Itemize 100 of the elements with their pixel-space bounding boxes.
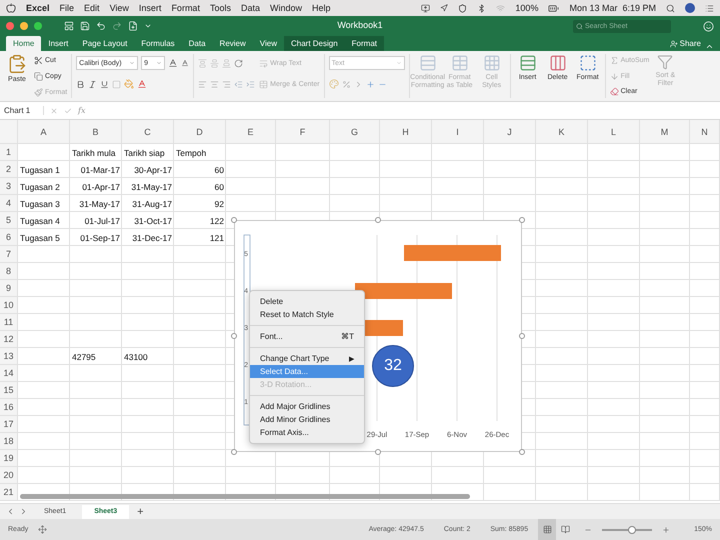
row-header[interactable]: 20 bbox=[0, 467, 18, 484]
row-header[interactable]: 4 bbox=[0, 195, 18, 212]
menu-item[interactable]: Format Axis... bbox=[250, 426, 364, 439]
column-header[interactable]: K bbox=[536, 120, 588, 144]
align-middle-icon[interactable] bbox=[210, 58, 220, 68]
menu-item[interactable]: Edit bbox=[84, 3, 100, 13]
ribbon-tab[interactable]: Chart Design bbox=[284, 36, 345, 51]
menu-item[interactable]: Delete bbox=[250, 295, 364, 308]
ribbon-tab[interactable]: Data bbox=[182, 36, 213, 51]
sidebar-icon[interactable] bbox=[64, 21, 74, 31]
zoom-in-icon[interactable] bbox=[662, 526, 670, 534]
row-header[interactable]: 14 bbox=[0, 365, 18, 382]
column-header[interactable]: G bbox=[330, 120, 380, 144]
align-left-icon[interactable] bbox=[198, 80, 208, 88]
column-header[interactable]: A bbox=[18, 120, 70, 144]
ribbon-tab[interactable]: View bbox=[252, 36, 284, 51]
column-header[interactable]: N bbox=[690, 120, 720, 144]
column-header[interactable]: M bbox=[640, 120, 690, 144]
row-header[interactable]: 11 bbox=[0, 314, 18, 331]
share-button[interactable]: Share bbox=[666, 36, 705, 51]
resize-handle[interactable] bbox=[375, 449, 381, 455]
minimize-button[interactable] bbox=[20, 22, 28, 30]
align-bottom-icon[interactable] bbox=[222, 58, 232, 68]
ribbon-tab[interactable]: Formulas bbox=[134, 36, 182, 51]
bold-icon[interactable] bbox=[76, 80, 86, 88]
row-header[interactable]: 1 bbox=[0, 144, 18, 161]
menu-item[interactable]: Help bbox=[312, 3, 331, 13]
menu-item[interactable]: Data bbox=[240, 3, 260, 13]
row-header[interactable]: 15 bbox=[0, 382, 18, 399]
italic-icon[interactable] bbox=[88, 80, 98, 88]
column-header[interactable]: L bbox=[588, 120, 640, 144]
menu-item[interactable]: File bbox=[60, 3, 74, 13]
column-header[interactable]: I bbox=[432, 120, 484, 144]
font-color-icon[interactable] bbox=[137, 79, 148, 89]
app-menu[interactable]: Excel bbox=[26, 3, 50, 13]
column-header[interactable]: E bbox=[226, 120, 276, 144]
ribbon-tab[interactable]: Review bbox=[212, 36, 253, 51]
scroll-left-icon[interactable] bbox=[6, 507, 15, 516]
column-header[interactable]: J bbox=[484, 120, 536, 144]
align-center-icon[interactable] bbox=[210, 80, 220, 88]
user-avatar[interactable] bbox=[685, 3, 695, 13]
row-header[interactable]: 16 bbox=[0, 399, 18, 416]
menu-item[interactable]: View bbox=[110, 3, 129, 13]
row-header[interactable]: 13 bbox=[0, 348, 18, 365]
column-header[interactable]: C bbox=[122, 120, 174, 144]
row-header[interactable]: 8 bbox=[0, 263, 18, 280]
menu-item[interactable]: Add Major Gridlines bbox=[250, 400, 364, 413]
outdent-icon[interactable] bbox=[234, 80, 244, 88]
row-header[interactable]: 7 bbox=[0, 246, 18, 263]
menu-item[interactable]: Reset to Match Style bbox=[250, 308, 364, 321]
list-icon[interactable] bbox=[705, 4, 714, 12]
menu-item[interactable]: Tools bbox=[210, 3, 231, 13]
column-header[interactable]: D bbox=[174, 120, 226, 144]
shrink-font-icon[interactable] bbox=[181, 59, 190, 67]
save-icon[interactable] bbox=[80, 21, 90, 31]
row-header[interactable]: 9 bbox=[0, 280, 18, 297]
align-right-icon[interactable] bbox=[222, 80, 232, 88]
caret-icon[interactable] bbox=[144, 22, 152, 30]
column-header[interactable]: H bbox=[380, 120, 432, 144]
scroll-right-icon[interactable] bbox=[19, 507, 28, 516]
row-header[interactable]: 10 bbox=[0, 297, 18, 314]
enter-icon[interactable] bbox=[64, 106, 72, 114]
row-header[interactable]: 18 bbox=[0, 433, 18, 450]
search-icon[interactable] bbox=[666, 4, 675, 12]
ribbon-tab[interactable]: Page Layout bbox=[75, 36, 134, 51]
new-file-icon[interactable] bbox=[128, 21, 138, 31]
view-button[interactable] bbox=[538, 519, 556, 540]
row-header[interactable]: 5 bbox=[0, 212, 18, 229]
row-header[interactable]: 21 bbox=[0, 484, 18, 501]
column-header[interactable]: F bbox=[276, 120, 330, 144]
grow-font-icon[interactable] bbox=[168, 58, 178, 68]
ribbon-tab[interactable]: Insert bbox=[41, 36, 76, 51]
scrollbar[interactable] bbox=[20, 494, 470, 499]
row-header[interactable]: 12 bbox=[0, 331, 18, 348]
close-button[interactable] bbox=[6, 22, 14, 30]
orientation-icon[interactable] bbox=[234, 58, 244, 68]
menu-item[interactable]: Add Minor Gridlines bbox=[250, 413, 364, 426]
apple-icon[interactable] bbox=[6, 3, 16, 13]
ribbon-tab[interactable]: Format bbox=[344, 36, 384, 51]
undo-icon[interactable] bbox=[96, 21, 106, 31]
zoom-thumb[interactable] bbox=[628, 526, 636, 534]
add-sheet-button[interactable]: + bbox=[133, 504, 148, 518]
row-header[interactable]: 6 bbox=[0, 229, 18, 246]
collapse-icon[interactable] bbox=[705, 42, 714, 51]
row-header[interactable]: 2 bbox=[0, 161, 18, 178]
align-top-icon[interactable] bbox=[198, 58, 208, 68]
underline-icon[interactable] bbox=[100, 80, 110, 88]
smiley-icon[interactable] bbox=[703, 20, 714, 32]
indent-icon[interactable] bbox=[246, 80, 256, 88]
menu-item[interactable]: Window bbox=[270, 3, 302, 13]
menu-item[interactable]: Font... ⌘T bbox=[250, 330, 364, 343]
column-header[interactable]: B bbox=[70, 120, 122, 144]
fill-color-icon[interactable] bbox=[124, 79, 134, 89]
ribbon-tab[interactable]: Home bbox=[6, 36, 42, 51]
menu-item[interactable]: Insert bbox=[138, 3, 162, 13]
menu-item[interactable]: Format bbox=[171, 3, 200, 13]
row-header[interactable]: 19 bbox=[0, 450, 18, 467]
row-header[interactable]: 17 bbox=[0, 416, 18, 433]
resize-handle[interactable] bbox=[519, 449, 525, 455]
name-box[interactable]: Chart 1 bbox=[4, 106, 44, 115]
